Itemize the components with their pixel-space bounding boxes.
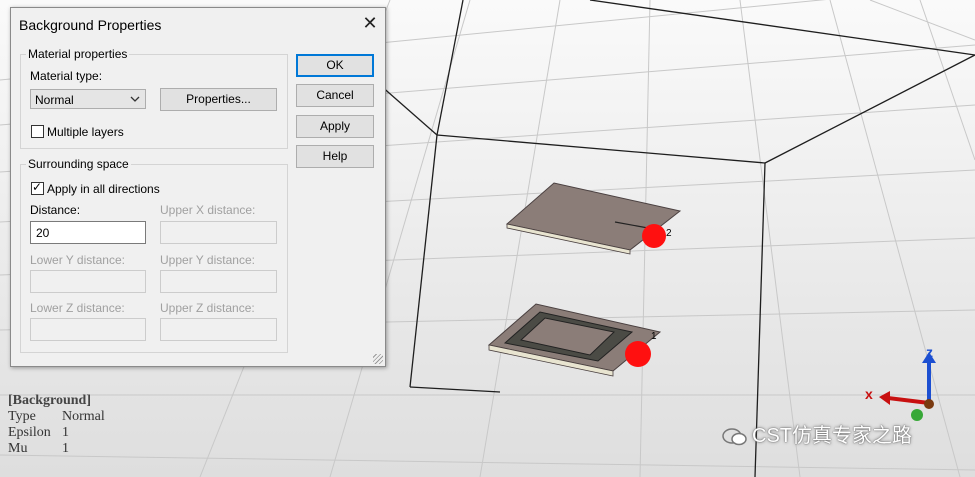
resize-grip-icon[interactable]: [373, 354, 383, 364]
chevron-down-icon: [130, 96, 140, 102]
surrounding-space-label: Surrounding space: [26, 157, 131, 171]
lower-y-distance-label: Lower Y distance:: [30, 253, 125, 267]
upper-x-distance-label: Upper X distance:: [160, 203, 256, 217]
distance-value: 20: [36, 226, 50, 240]
info-value: 1: [62, 441, 69, 456]
info-key: Mu: [8, 441, 28, 456]
lower-port-label: 1: [651, 331, 657, 342]
multiple-layers-label: Multiple layers: [47, 125, 124, 139]
lower-z-distance-field[interactable]: [30, 318, 146, 341]
ok-button[interactable]: OK: [296, 54, 374, 77]
wechat-icon: [722, 427, 747, 445]
lower-y-distance-field[interactable]: [30, 270, 146, 293]
upper-z-distance-label: Upper Z distance:: [160, 301, 255, 315]
info-value: Normal: [62, 409, 105, 424]
upper-x-distance-field[interactable]: [160, 221, 277, 244]
dialog-title: Background Properties: [19, 17, 162, 33]
watermark-text: CST仿真专家之路: [752, 425, 912, 447]
help-button[interactable]: Help: [296, 145, 374, 168]
info-row: Type Normal: [8, 409, 122, 425]
apply-all-directions-checkbox[interactable]: [31, 180, 44, 195]
upper-port-label: 2: [666, 228, 672, 239]
watermark: CST仿真专家之路: [722, 419, 912, 448]
upper-port-marker: [642, 224, 666, 248]
distance-field[interactable]: 20: [30, 221, 146, 244]
upper-z-distance-field[interactable]: [160, 318, 277, 341]
info-key: Epsilon: [8, 425, 51, 440]
apply-button[interactable]: Apply: [296, 115, 374, 138]
material-properties-label: Material properties: [26, 47, 130, 61]
x-axis-label: x: [865, 386, 873, 402]
multiple-layers-checkbox[interactable]: [31, 125, 44, 138]
material-type-select[interactable]: Normal: [30, 89, 146, 109]
lower-port-marker: [625, 341, 651, 367]
lower-z-distance-label: Lower Z distance:: [30, 301, 125, 315]
material-type-value: Normal: [35, 93, 74, 107]
apply-all-directions-label: Apply in all directions: [47, 182, 160, 196]
info-key: Type: [8, 409, 36, 424]
close-icon[interactable]: ✕: [360, 13, 380, 34]
upper-y-distance-label: Upper Y distance:: [160, 253, 255, 267]
info-header: [Background]: [8, 393, 91, 408]
info-value: 1: [62, 425, 69, 440]
info-row: Mu 1: [8, 441, 122, 457]
distance-label: Distance:: [30, 203, 81, 217]
background-info-panel: [Background] Type Normal Epsilon 1 Mu 1: [8, 393, 122, 457]
background-properties-dialog: Background Properties ✕ Material propert…: [10, 7, 386, 367]
cancel-button[interactable]: Cancel: [296, 84, 374, 107]
properties-button[interactable]: Properties...: [160, 88, 277, 111]
z-axis-label: z: [926, 344, 933, 360]
info-row: Epsilon 1: [8, 425, 122, 441]
material-type-label: Material type:: [30, 69, 103, 83]
upper-y-distance-field[interactable]: [160, 270, 277, 293]
